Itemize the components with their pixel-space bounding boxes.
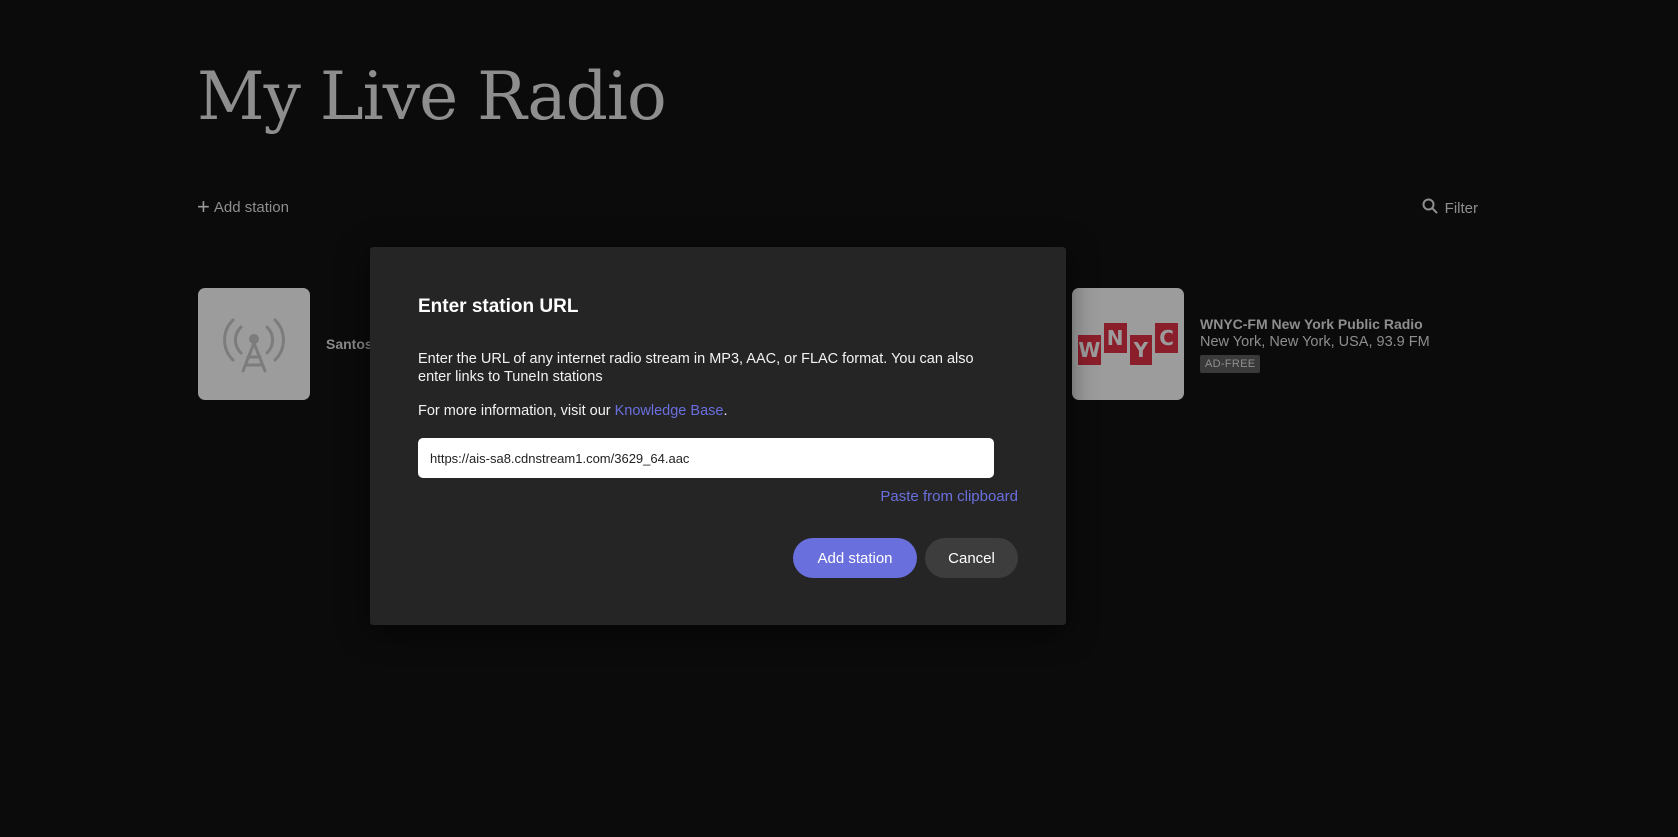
dialog-info: For more information, visit our Knowledg… — [418, 403, 727, 419]
page-title: My Live Radio — [197, 58, 667, 135]
station-url-input[interactable] — [418, 438, 994, 478]
station-card-santos[interactable]: Santos — [198, 288, 373, 400]
logo-letter: Y — [1129, 335, 1153, 365]
dialog-description: Enter the URL of any internet radio stre… — [418, 351, 974, 385]
station-name: Santos — [326, 336, 373, 352]
filter-label: Filter — [1444, 199, 1478, 217]
station-artwork: W N Y C — [1072, 288, 1184, 400]
add-station-link[interactable]: + Add station — [197, 194, 289, 219]
station-card-wnyc[interactable]: W N Y C WNYC-FM New York Public Radio Ne… — [1072, 288, 1430, 400]
knowledge-base-link[interactable]: Knowledge Base — [615, 403, 724, 419]
station-artwork — [198, 288, 310, 400]
info-suffix: . — [723, 403, 728, 419]
cancel-button[interactable]: Cancel — [925, 538, 1018, 578]
live-radio-page: My Live Radio + Add station Filter Santo… — [0, 0, 1678, 837]
ad-free-badge: AD-FREE — [1200, 354, 1261, 373]
station-location: New York, New York, USA, 93.9 FM — [1200, 333, 1430, 350]
add-station-label: Add station — [213, 198, 289, 216]
plus-icon: + — [197, 194, 210, 219]
logo-letter: C — [1155, 323, 1178, 353]
search-icon — [1422, 198, 1438, 218]
logo-letter: W — [1078, 335, 1101, 365]
info-prefix: For more information, visit our — [418, 403, 615, 419]
station-info: WNYC-FM New York Public Radio New York, … — [1200, 316, 1430, 373]
radio-tower-icon — [219, 307, 289, 382]
logo-letter: N — [1103, 323, 1127, 353]
station-name: WNYC-FM New York Public Radio — [1200, 315, 1423, 332]
enter-url-dialog: Enter station URL Enter the URL of any i… — [370, 247, 1066, 625]
wnyc-logo: W N Y C — [1078, 323, 1178, 365]
dialog-title: Enter station URL — [418, 296, 579, 317]
filter-button[interactable]: Filter — [1422, 198, 1478, 218]
add-station-button[interactable]: Add station — [793, 538, 917, 578]
paste-from-clipboard-link[interactable]: Paste from clipboard — [880, 488, 1018, 505]
